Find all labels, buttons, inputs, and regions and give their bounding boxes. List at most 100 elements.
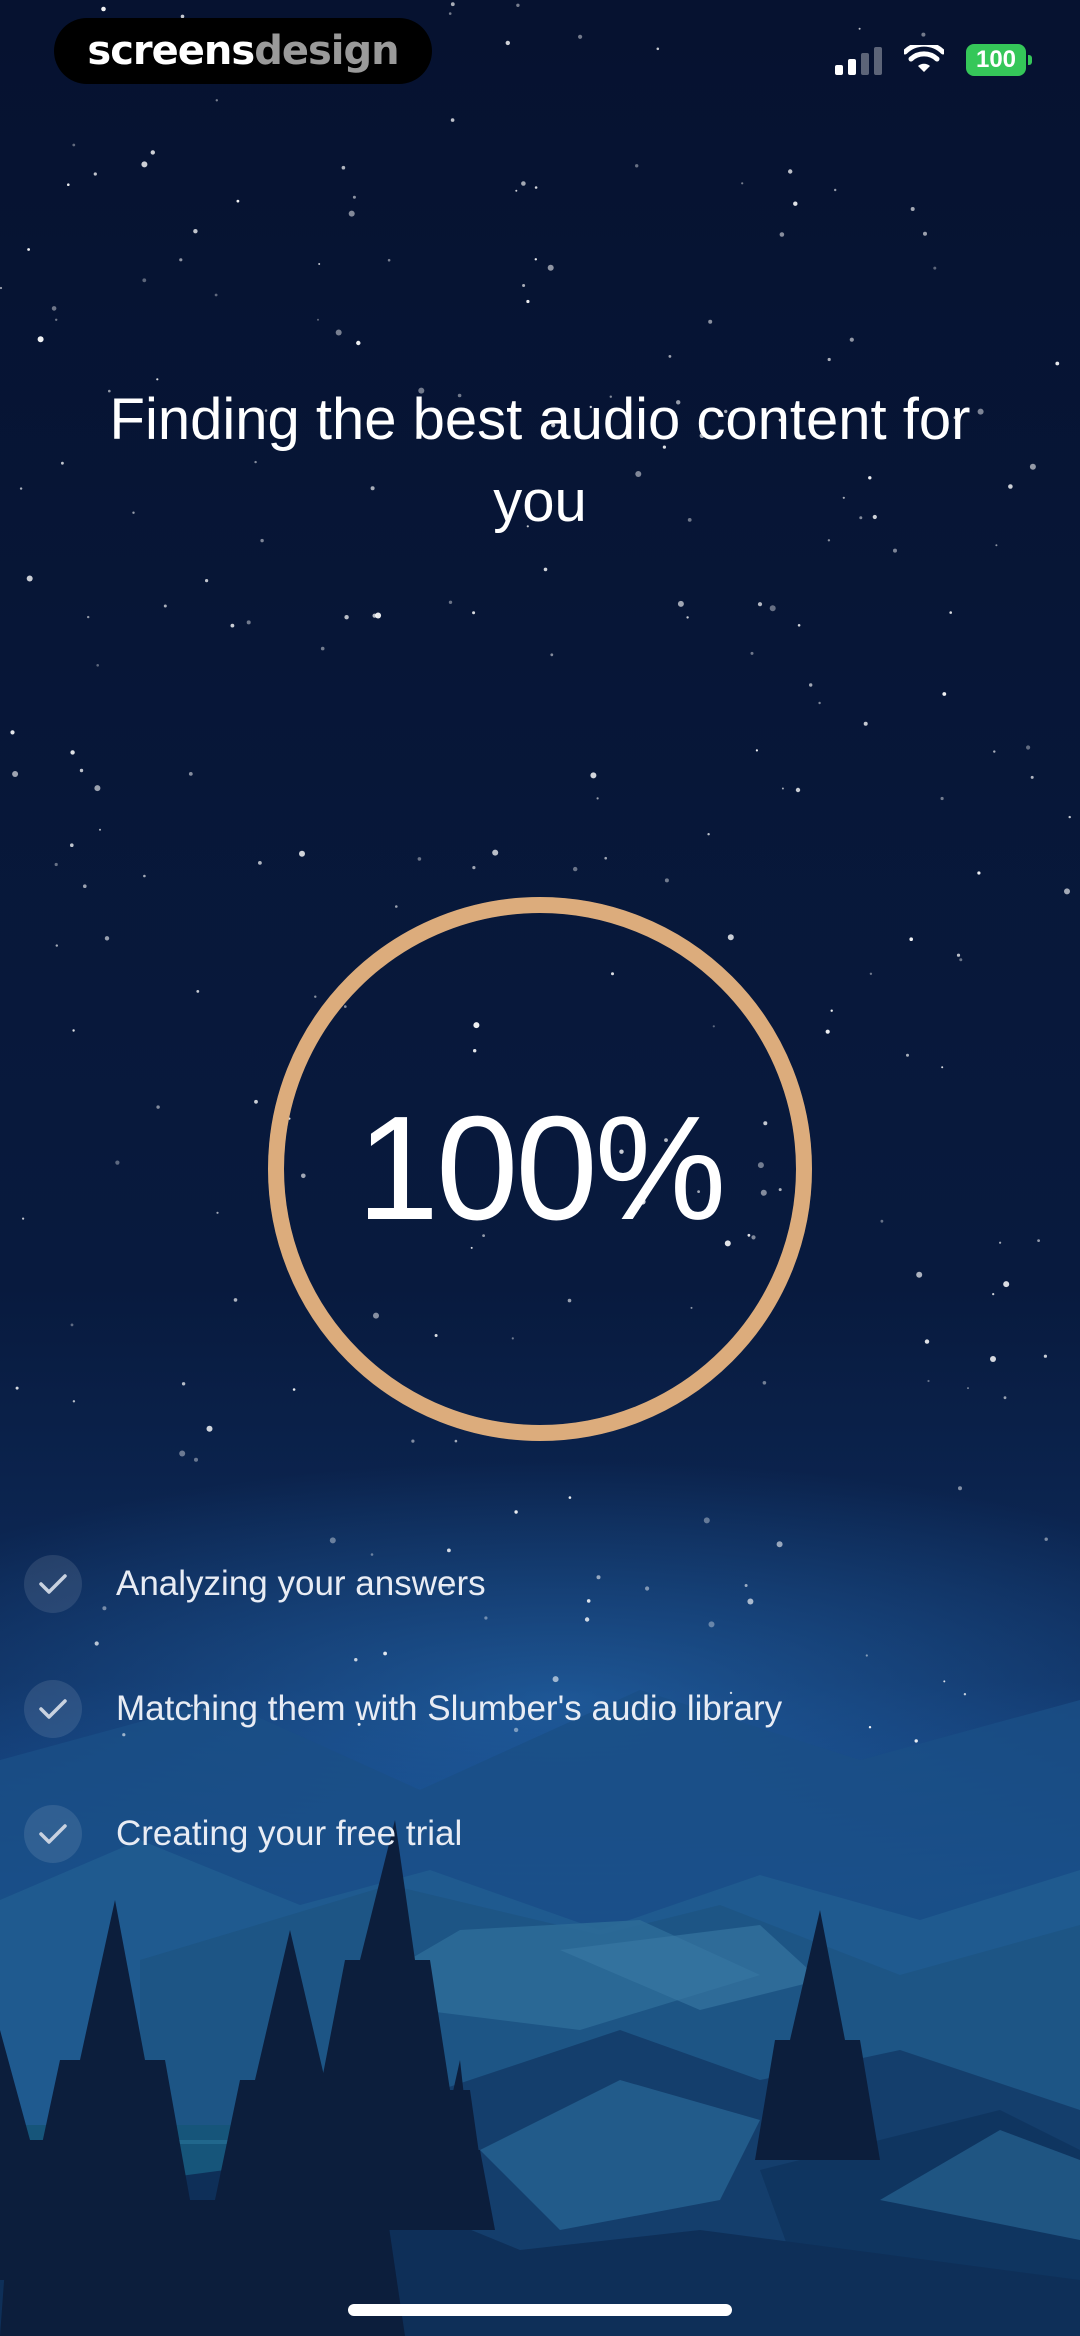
- step-label: Creating your free trial: [116, 1814, 463, 1853]
- star: [921, 32, 926, 37]
- star: [707, 833, 710, 836]
- star: [87, 615, 90, 619]
- star: [348, 210, 355, 217]
- star: [779, 232, 785, 237]
- star: [1003, 1281, 1010, 1288]
- star: [10, 730, 15, 735]
- step-item: Matching them with Slumber's audio libra…: [24, 1677, 782, 1741]
- check-icon: [24, 1680, 82, 1738]
- star: [573, 866, 578, 872]
- star: [196, 990, 200, 993]
- star: [1068, 815, 1071, 819]
- star: [1064, 888, 1070, 895]
- star: [51, 306, 57, 311]
- star: [906, 1053, 909, 1057]
- star: [143, 874, 146, 878]
- star: [387, 258, 391, 262]
- star: [942, 692, 947, 696]
- star: [93, 172, 97, 176]
- home-indicator[interactable]: [348, 2304, 732, 2316]
- star: [472, 866, 476, 870]
- star: [999, 1241, 1002, 1244]
- star: [750, 651, 754, 655]
- star: [914, 1739, 918, 1743]
- star: [522, 284, 526, 287]
- star: [793, 201, 798, 206]
- star: [341, 165, 346, 170]
- progress-percent: 100%: [356, 1086, 727, 1251]
- star: [72, 1400, 76, 1403]
- battery-icon: 100: [966, 44, 1032, 76]
- star: [356, 340, 361, 346]
- star: [1055, 361, 1060, 366]
- star: [179, 258, 183, 262]
- star: [1037, 1239, 1040, 1242]
- star: [150, 150, 155, 155]
- star: [543, 567, 548, 572]
- star: [27, 248, 30, 251]
- star: [827, 357, 831, 362]
- star: [958, 1486, 962, 1491]
- star: [596, 797, 599, 800]
- star: [329, 1537, 336, 1544]
- star: [94, 785, 101, 792]
- step-label: Analyzing your answers: [116, 1564, 486, 1603]
- star: [990, 1356, 996, 1362]
- star: [15, 1386, 19, 1390]
- star: [83, 884, 87, 888]
- star: [505, 40, 510, 46]
- star: [534, 186, 538, 189]
- star: [858, 27, 861, 30]
- star: [142, 278, 147, 283]
- star: [868, 1726, 872, 1729]
- star: [741, 182, 744, 185]
- star: [37, 336, 44, 343]
- star: [909, 937, 913, 941]
- screensdesign-watermark: screens design: [54, 18, 432, 84]
- watermark-part1: screens: [87, 28, 255, 74]
- star: [254, 1099, 258, 1104]
- star: [1044, 1537, 1048, 1541]
- star: [104, 936, 110, 941]
- star: [521, 181, 526, 186]
- star: [757, 602, 763, 607]
- star: [19, 487, 23, 490]
- star: [258, 861, 262, 865]
- step-list: Analyzing your answers Matching them wit…: [24, 1552, 782, 1927]
- star: [216, 1211, 219, 1214]
- star: [72, 143, 76, 147]
- star: [344, 615, 349, 620]
- star: [67, 183, 70, 186]
- star: [949, 611, 952, 614]
- star: [96, 664, 99, 667]
- page-title: Finding the best audio content for you: [109, 386, 971, 534]
- star: [55, 944, 58, 947]
- star: [515, 189, 518, 192]
- star: [677, 600, 684, 607]
- star: [70, 843, 74, 847]
- star: [863, 721, 868, 726]
- star: [236, 199, 240, 203]
- status-bar: 100: [835, 40, 1032, 80]
- star: [941, 1066, 944, 1069]
- star: [194, 1457, 198, 1462]
- step-item: Analyzing your answers: [24, 1552, 782, 1616]
- star: [781, 787, 784, 790]
- star: [1003, 1396, 1007, 1400]
- star: [943, 1680, 946, 1683]
- star: [959, 958, 963, 962]
- star: [849, 337, 854, 342]
- star: [79, 768, 84, 773]
- star: [880, 1219, 884, 1223]
- star: [163, 604, 167, 608]
- wifi-icon: [904, 45, 944, 72]
- star: [550, 653, 554, 657]
- star: [70, 1323, 74, 1327]
- star: [448, 600, 453, 604]
- star: [514, 1510, 518, 1514]
- star: [70, 750, 75, 755]
- star: [230, 623, 235, 628]
- star: [830, 1009, 833, 1012]
- star: [179, 1450, 186, 1457]
- check-icon: [24, 1555, 82, 1613]
